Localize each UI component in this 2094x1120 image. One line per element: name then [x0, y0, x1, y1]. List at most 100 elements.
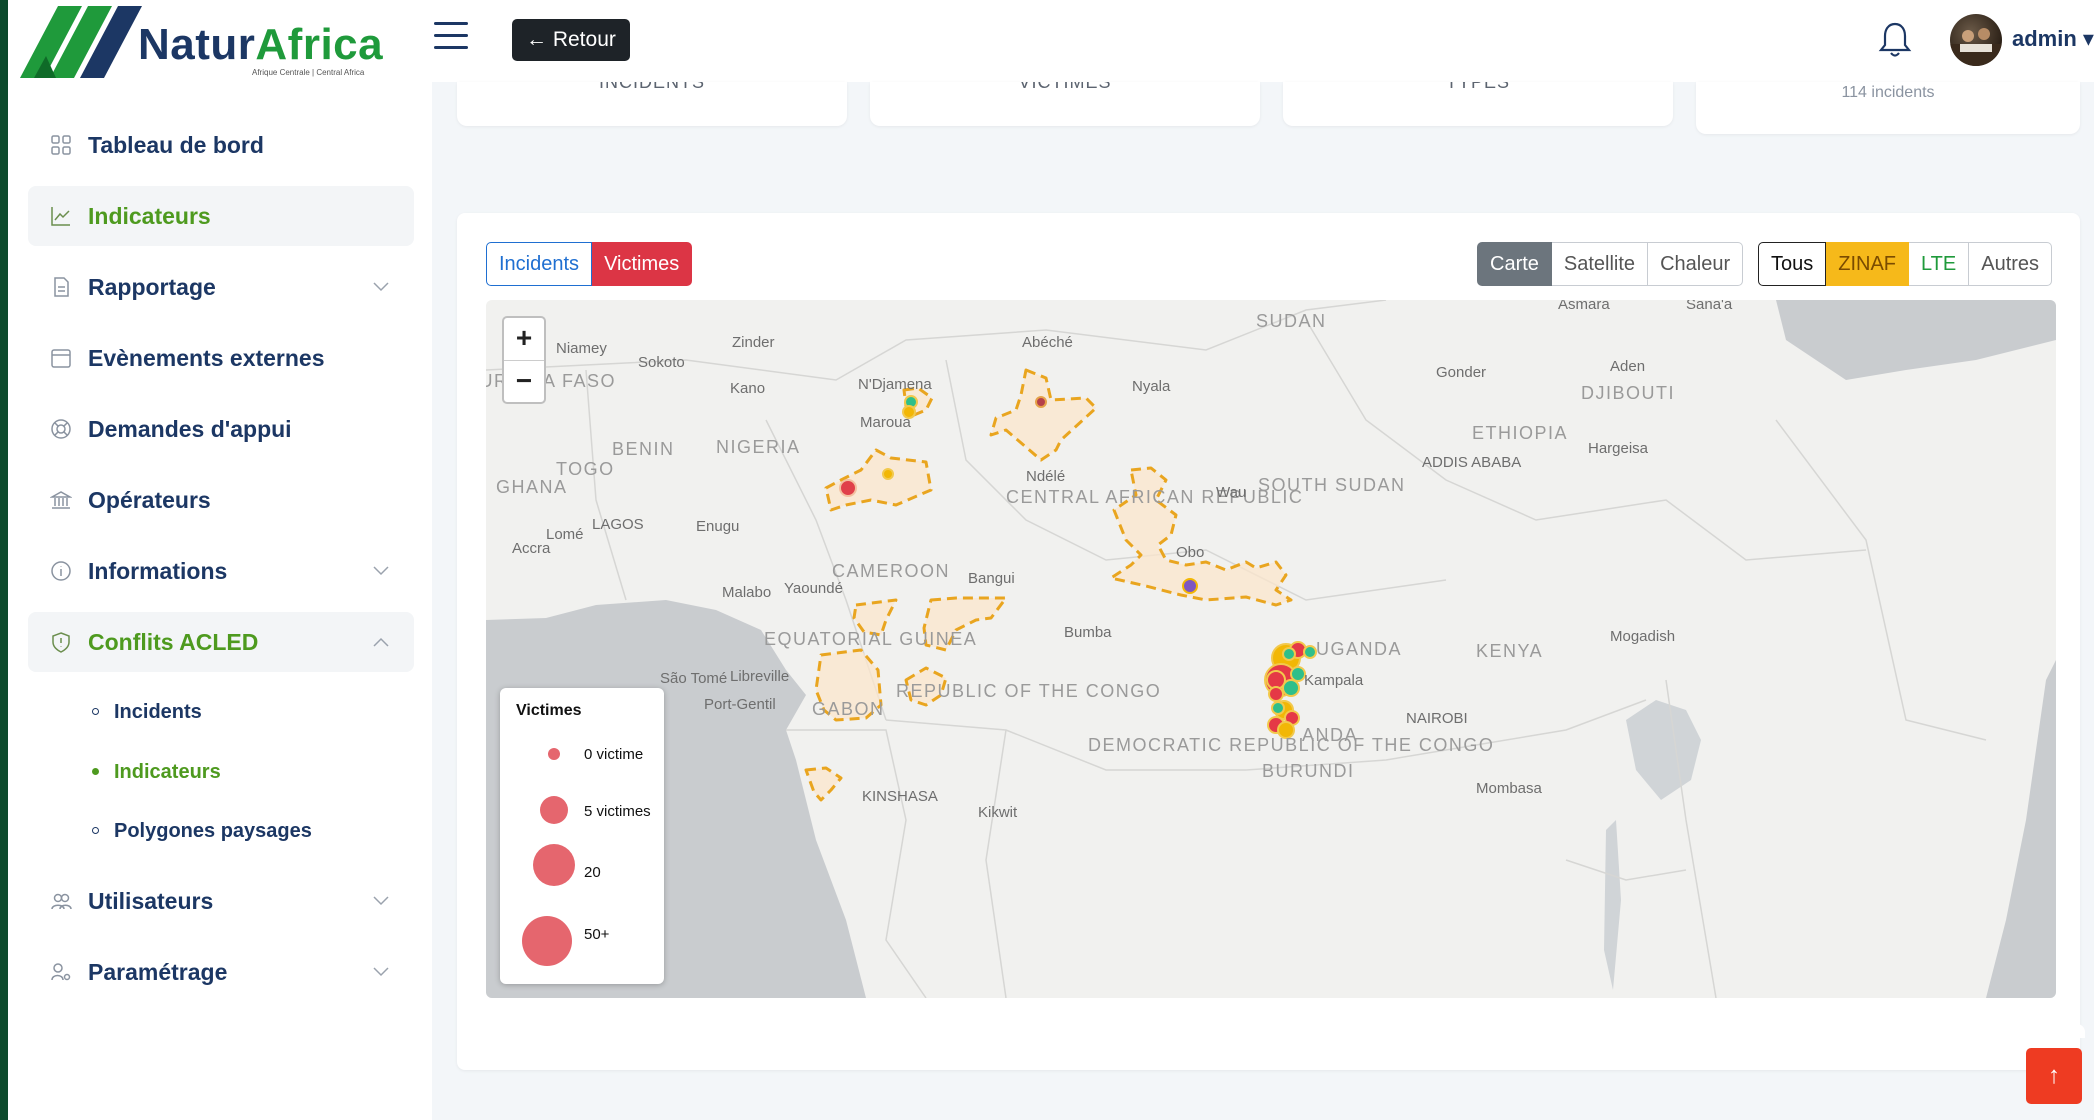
menu-toggle-icon[interactable] [434, 22, 468, 52]
legend-dot-medium [540, 796, 568, 824]
sidebar-subitem-incidents[interactable]: Incidents [92, 693, 392, 733]
sidebar-item-label: Paramétrage [88, 959, 228, 985]
metric-victims-button[interactable]: Victimes [592, 242, 693, 286]
layer-heat-button[interactable]: Chaleur [1648, 242, 1744, 286]
sidebar-subitem-landscape-polygons[interactable]: Polygones paysages [92, 812, 392, 852]
user-menu[interactable]: admin ▾ [2012, 26, 2094, 52]
map-label-city: Libreville [730, 668, 790, 685]
chevron-down-icon [373, 967, 389, 977]
incident-marker[interactable] [1303, 645, 1317, 659]
sidebar-item-operators[interactable]: Opérateurs [28, 470, 414, 530]
layer-map-button[interactable]: Carte [1477, 242, 1552, 286]
map-label-country: BURUNDI [1262, 761, 1355, 781]
map-label-country: DJIBOUTI [1581, 383, 1676, 403]
sidebar-item-dashboard[interactable]: Tableau de bord [28, 115, 414, 175]
avatar[interactable] [1950, 14, 2002, 66]
legend-title: Victimes [516, 702, 582, 719]
sidebar-item-label: Rapportage [88, 274, 216, 300]
sidebar-item-settings[interactable]: Paramétrage [28, 942, 414, 1002]
bullet-icon [92, 708, 99, 715]
legend-label: 0 victime [584, 746, 644, 763]
bell-icon[interactable] [1878, 20, 1912, 60]
metric-incidents-button[interactable]: Incidents [486, 242, 593, 286]
incident-marker[interactable] [1290, 666, 1306, 682]
map-label-country: SUDAN [1256, 311, 1327, 331]
sidebar-item-users[interactable]: Utilisateurs [28, 871, 414, 931]
filter-others-button[interactable]: Autres [1969, 242, 2053, 286]
filter-lte-button[interactable]: LTE [1909, 242, 1970, 286]
sidebar-item-acled-conflicts[interactable]: Conflits ACLED [28, 612, 414, 672]
map-label-country: DEMOCRATIC REPUBLIC OF THE CONGO [1088, 735, 1495, 755]
bullet-icon [92, 827, 99, 834]
legend-dot-large [533, 844, 575, 886]
map-label-city: Bangui [968, 570, 1015, 587]
map-label-city: Enugu [696, 518, 740, 535]
map-label-city: Zinder [732, 334, 775, 351]
map-base [486, 300, 2056, 998]
chevron-down-icon [373, 566, 389, 576]
layer-satellite-button[interactable]: Satellite [1551, 242, 1649, 286]
filter-all-button[interactable]: Tous [1758, 242, 1827, 286]
scroll-to-top-button[interactable]: ↑ [2026, 1048, 2082, 1104]
sidebar-item-information[interactable]: Informations [28, 541, 414, 601]
sidebar-item-label: Demandes d'appui [88, 416, 292, 442]
chevron-up-icon [373, 637, 389, 647]
sidebar-subitem-label: Polygones paysages [114, 820, 312, 842]
incident-marker[interactable] [1282, 647, 1296, 661]
map-label-city: Wau [1216, 484, 1247, 501]
map-label-city: Yaoundé [784, 580, 843, 597]
map-label-country: SOUTH SUDAN [1258, 475, 1406, 495]
map-label-country: TOGO [556, 459, 615, 479]
map-label-city: Sana'a [1686, 300, 1733, 313]
sidebar-item-indicators[interactable]: Indicateurs [28, 186, 414, 246]
stat-card-incidents: INCIDENTS [457, 82, 847, 126]
dashboard-icon [51, 135, 71, 155]
legend-dot-xlarge [522, 916, 572, 966]
map-label-country: CAMEROON [832, 561, 951, 581]
logo-mark-icon [20, 6, 142, 78]
lifebuoy-icon [51, 419, 71, 439]
sidebar-item-reporting[interactable]: Rapportage [28, 257, 414, 317]
brand-name: NaturAfrica [138, 20, 384, 69]
map-label-city: KINSHASA [862, 788, 938, 805]
map-label-city: ADDIS ABABA [1422, 454, 1522, 471]
zoom-in-button[interactable]: + [504, 318, 544, 360]
naturafrica-logo[interactable]: NaturAfrica Afrique Centrale | Central A… [20, 6, 395, 78]
map-label-city: Aden [1610, 358, 1646, 375]
legend-label: 5 victimes [584, 803, 651, 820]
sidebar-subitem-label: Indicateurs [114, 761, 221, 783]
zoom-out-button[interactable]: − [504, 360, 544, 403]
map-label-city: N'Djamena [858, 376, 932, 393]
avatar-photo-icon [1950, 28, 2002, 66]
incident-marker[interactable] [1035, 396, 1047, 408]
map-label-city: Abéché [1022, 334, 1073, 351]
settings-icon [51, 963, 71, 981]
filter-zinaf-button[interactable]: ZINAF [1826, 242, 1910, 286]
zone-polygon [804, 766, 843, 802]
map-label-city: Ndélé [1026, 468, 1066, 485]
filter-toggle: Tous ZINAF LTE Autres [1758, 242, 2053, 286]
incident-marker[interactable] [1271, 701, 1285, 715]
sidebar-item-label: Informations [88, 558, 228, 584]
map-label-city: São Tomé [660, 670, 728, 687]
sidebar: Tableau de bord Indicateurs Rapportage E… [8, 82, 432, 1120]
incident-marker[interactable] [1282, 679, 1300, 697]
map-label-city: Obo [1176, 544, 1205, 561]
map-label-country: REPUBLIC OF THE CONGO [896, 681, 1162, 701]
incident-marker[interactable] [882, 468, 894, 480]
incident-marker[interactable] [839, 479, 857, 497]
incident-marker[interactable] [1182, 578, 1198, 594]
back-button[interactable]: ← Retour [512, 19, 630, 61]
stat-subtext: 114 incidents [1841, 84, 1935, 101]
sidebar-item-external-events[interactable]: Evènements externes [28, 328, 414, 388]
map-label-country: BENIN [612, 439, 675, 459]
map-label-country: ETHIOPIA [1472, 423, 1569, 443]
map-label-city: Mogadish [1610, 628, 1676, 645]
map-label-city: Mombasa [1476, 780, 1542, 797]
sidebar-subitem-indicators[interactable]: Indicateurs [92, 753, 392, 793]
map-view[interactable]: Niamey Zinder Sokoto Abéché SUDAN Asmara… [486, 300, 2056, 998]
sidebar-item-support-requests[interactable]: Demandes d'appui [28, 399, 414, 459]
stat-label: INCIDENTS [598, 82, 705, 92]
brand-tagline: Afrique Centrale | Central Africa [252, 68, 365, 77]
incident-marker[interactable] [1268, 686, 1284, 702]
